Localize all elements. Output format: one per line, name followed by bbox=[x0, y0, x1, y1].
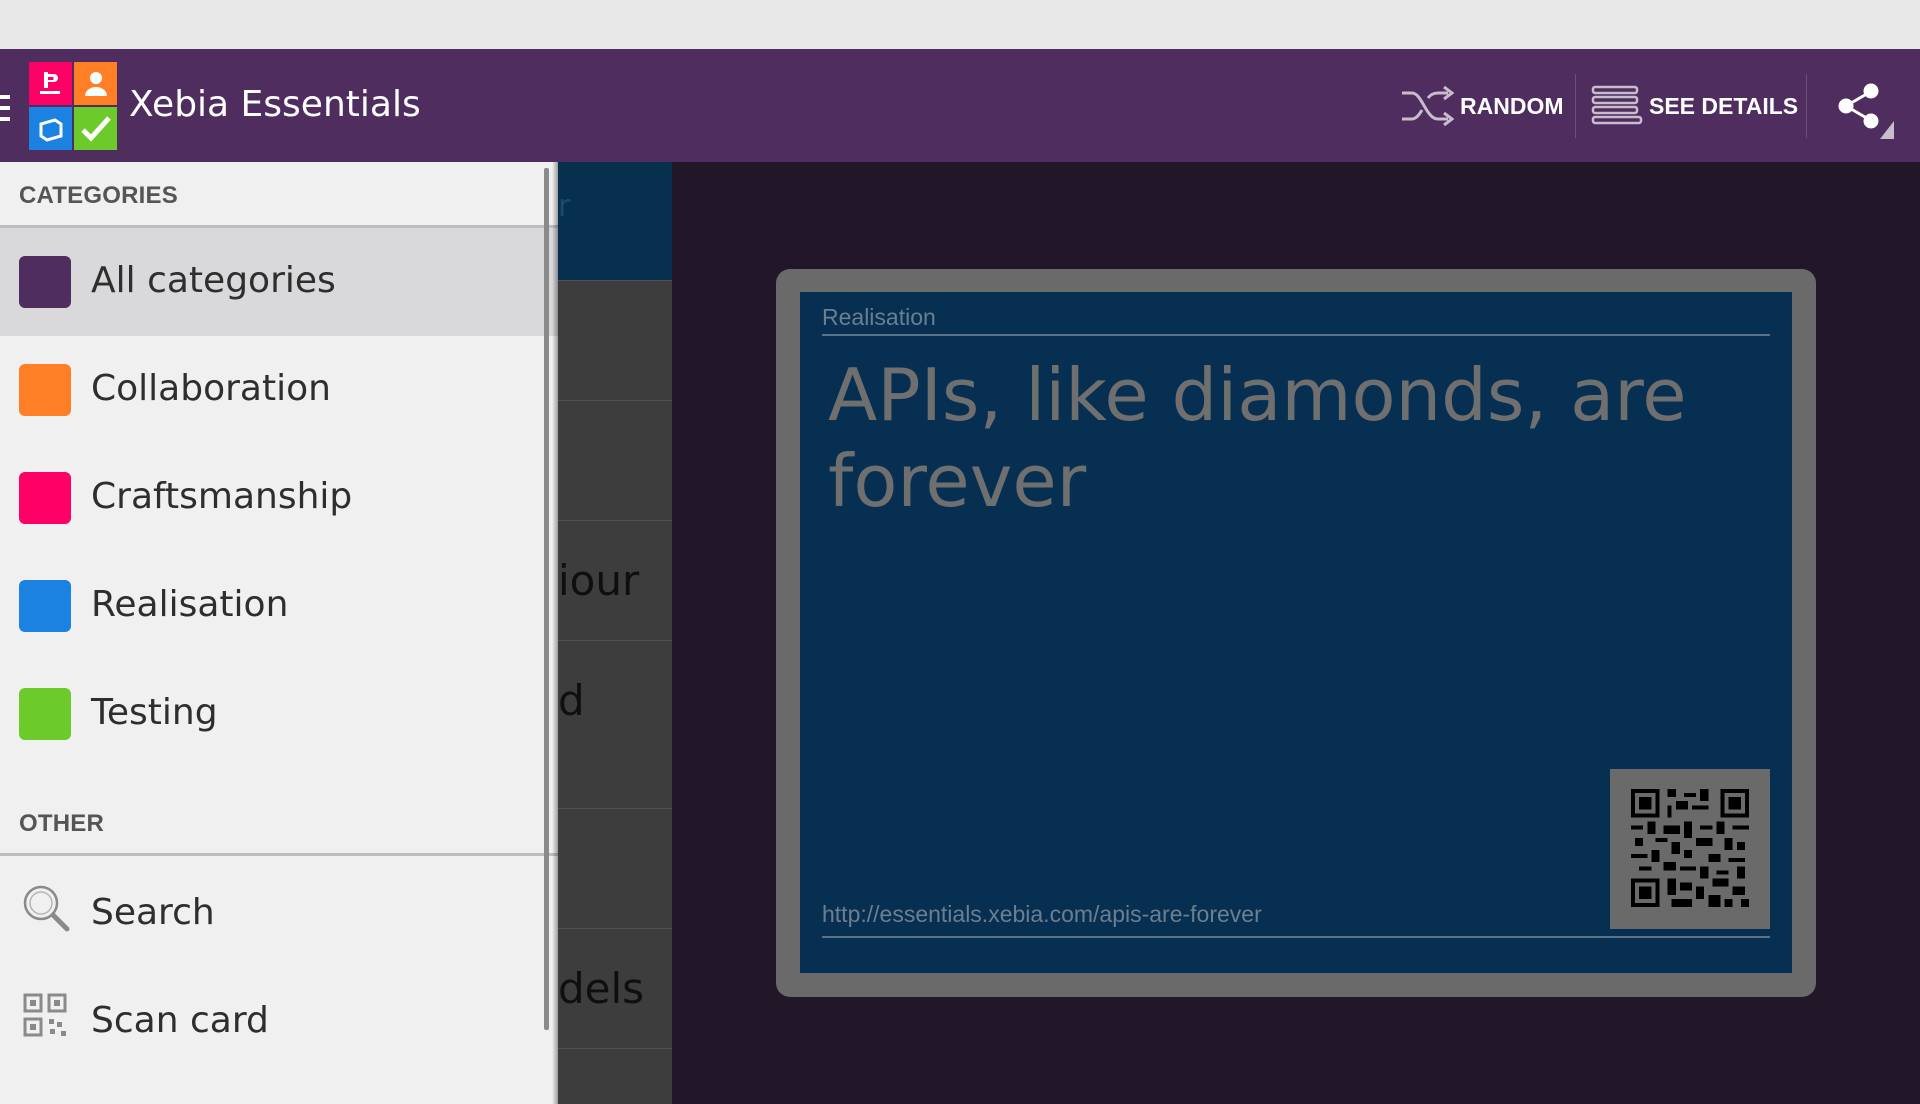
drawer-item-label: Search bbox=[91, 892, 215, 933]
qr-code-icon bbox=[23, 993, 67, 1037]
card-qr-code-icon bbox=[1631, 789, 1749, 907]
drawer-item-label: Scan card bbox=[91, 1000, 269, 1041]
logo-tile-craftsmanship bbox=[29, 62, 72, 105]
drawer-item-label: All categories bbox=[91, 260, 336, 301]
drawer-item-testing[interactable]: Testing bbox=[0, 660, 558, 768]
random-label: RANDOM bbox=[1460, 92, 1564, 119]
drawer-item-search[interactable]: Search bbox=[0, 856, 558, 964]
list-item-text: r bbox=[558, 189, 571, 224]
other-header: OTHER bbox=[19, 810, 104, 837]
drawer-shadow bbox=[552, 162, 558, 1104]
drawer-item-scan-card[interactable]: Scan card bbox=[0, 964, 558, 1072]
list-icon bbox=[1591, 85, 1643, 125]
share-icon bbox=[1838, 83, 1894, 139]
category-color-swatch bbox=[19, 364, 71, 416]
random-button[interactable]: RANDOM bbox=[1400, 80, 1564, 132]
category-color-swatch bbox=[19, 580, 71, 632]
app-title: Xebia Essentials bbox=[129, 84, 421, 125]
drawer-menu-icon[interactable] bbox=[0, 95, 10, 121]
drawer-item-label: Craftsmanship bbox=[91, 476, 353, 517]
drawer-item-all-categories[interactable]: All categories bbox=[0, 228, 558, 336]
drawer-item-label: Collaboration bbox=[91, 368, 331, 409]
drawer-item-realisation[interactable]: Realisation bbox=[0, 552, 558, 660]
shuffle-icon bbox=[1402, 85, 1454, 127]
category-color-swatch bbox=[19, 256, 71, 308]
card-divider bbox=[822, 936, 1770, 938]
list-item-selected[interactable] bbox=[558, 162, 672, 280]
essentials-list: r iour d dels bbox=[558, 162, 672, 1104]
search-icon bbox=[23, 885, 70, 932]
categories-header: CATEGORIES bbox=[19, 182, 178, 209]
drawer-scrollbar[interactable] bbox=[544, 168, 549, 1030]
drawer-item-label: Testing bbox=[91, 692, 218, 733]
card-divider bbox=[822, 334, 1770, 336]
see-details-button[interactable]: SEE DETAILS bbox=[1591, 80, 1798, 132]
card-title: APIs, like diamonds, are forever bbox=[828, 353, 1687, 523]
app-logo[interactable] bbox=[29, 62, 117, 150]
logo-tile-collaboration bbox=[74, 62, 117, 105]
logo-tile-testing bbox=[74, 107, 117, 150]
navigation-drawer: CATEGORIES All categories Collaboration … bbox=[0, 162, 558, 1104]
list-item-text: dels bbox=[558, 964, 645, 1013]
card-url: http://essentials.xebia.com/apis-are-for… bbox=[822, 901, 1262, 927]
drawer-item-label: Realisation bbox=[91, 584, 289, 625]
logo-tile-realisation bbox=[29, 107, 72, 150]
list-item-text: d bbox=[558, 676, 585, 725]
action-divider bbox=[1806, 74, 1807, 138]
system-status-bar bbox=[0, 0, 1920, 49]
category-color-swatch bbox=[19, 472, 71, 524]
see-details-label: SEE DETAILS bbox=[1649, 92, 1799, 119]
list-item-text: iour bbox=[558, 556, 640, 605]
drawer-item-craftsmanship[interactable]: Craftsmanship bbox=[0, 444, 558, 552]
card-category: Realisation bbox=[822, 304, 936, 330]
share-button[interactable] bbox=[1836, 81, 1894, 139]
category-color-swatch bbox=[19, 688, 71, 740]
drawer-item-collaboration[interactable]: Collaboration bbox=[0, 336, 558, 444]
action-divider bbox=[1575, 74, 1576, 138]
